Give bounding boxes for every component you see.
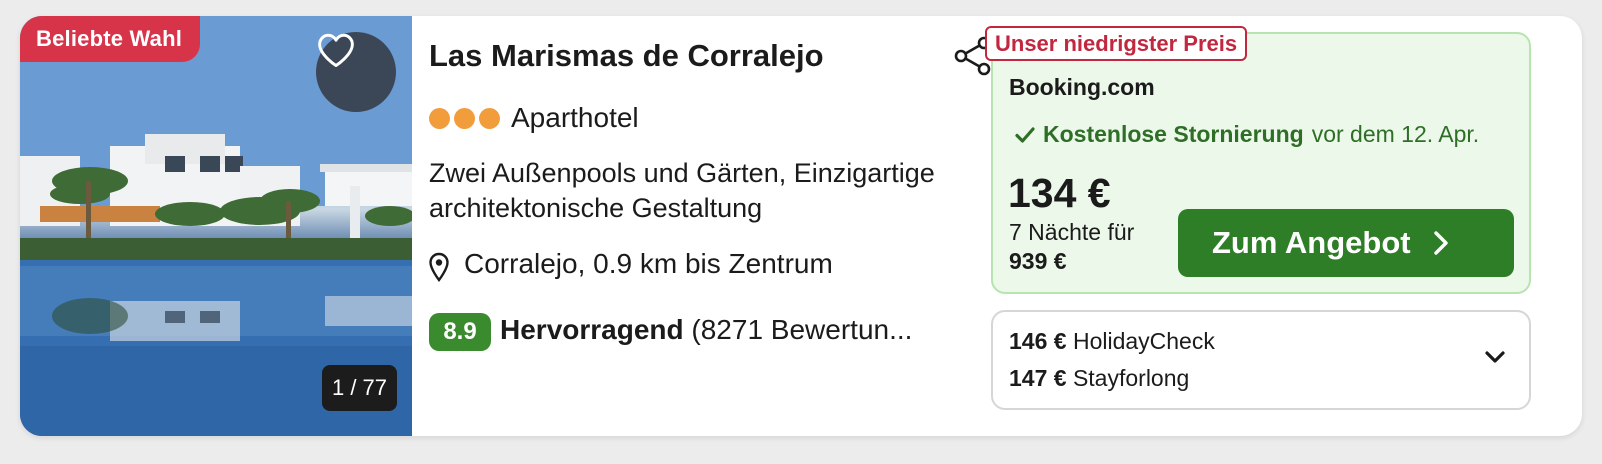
hotel-name[interactable]: Las Marismas de Corralejo	[429, 38, 824, 74]
star-dot	[429, 108, 450, 129]
image-counter: 1 / 77	[322, 365, 397, 411]
star-dot	[479, 108, 500, 129]
other-offer-price: 146 €	[1009, 328, 1067, 354]
rating-label: Hervorragend	[500, 314, 684, 345]
chevron-down-icon	[1485, 351, 1505, 363]
other-offer-provider: Stayforlong	[1072, 365, 1190, 391]
rating-summary[interactable]: Hervorragend (8271 Bewertun...	[500, 314, 912, 346]
chevron-right-icon	[1433, 231, 1448, 255]
hotel-card[interactable]: Beliebte Wahl 1 / 77 Las Marismas de Cor…	[20, 16, 1582, 436]
heart-outline-icon	[318, 33, 354, 68]
free-cancellation-row: Kostenlose Stornierung vor dem 12. Apr.	[1015, 121, 1479, 148]
free-cancellation-label: Kostenlose Stornierung	[1043, 121, 1304, 147]
rating-count: (8271 Bewertun...	[691, 314, 913, 345]
popular-choice-badge: Beliebte Wahl	[20, 16, 201, 62]
expand-offers-button[interactable]	[1484, 350, 1506, 369]
favorite-button[interactable]	[316, 32, 396, 112]
other-offer-row[interactable]: 147 € Stayforlong	[1009, 365, 1189, 392]
map-pin-icon	[428, 252, 450, 287]
other-offer-price: 147 €	[1009, 365, 1067, 391]
lowest-price-badge: Unser niedrigster Preis	[985, 26, 1248, 61]
star-rating	[429, 108, 500, 129]
hotel-location[interactable]: Corralejo, 0.9 km bis Zentrum	[464, 248, 833, 280]
best-offer-price: 134 €	[1008, 170, 1111, 216]
other-offer-provider: HolidayCheck	[1072, 328, 1215, 354]
other-offers-box[interactable]	[991, 310, 1531, 410]
view-deal-button[interactable]: Zum Angebot	[1178, 209, 1514, 277]
other-offer-row[interactable]: 146 € HolidayCheck	[1009, 328, 1215, 355]
star-dot	[454, 108, 475, 129]
best-offer-provider: Booking.com	[1009, 74, 1155, 100]
nights-label: 7 Nächte für	[1009, 219, 1135, 245]
hotel-description: Zwei Außenpools und Gärten, Einzigartige…	[429, 158, 935, 223]
total-price: 939 €	[1009, 248, 1067, 274]
hotel-type: Aparthotel	[511, 102, 639, 133]
view-deal-label: Zum Angebot	[1212, 225, 1411, 260]
checkmark-icon	[1015, 126, 1035, 143]
hotel-photo[interactable]: Beliebte Wahl 1 / 77	[20, 16, 412, 436]
rating-score-badge: 8.9	[429, 313, 491, 351]
cancellation-deadline: vor dem 12. Apr.	[1311, 121, 1480, 147]
